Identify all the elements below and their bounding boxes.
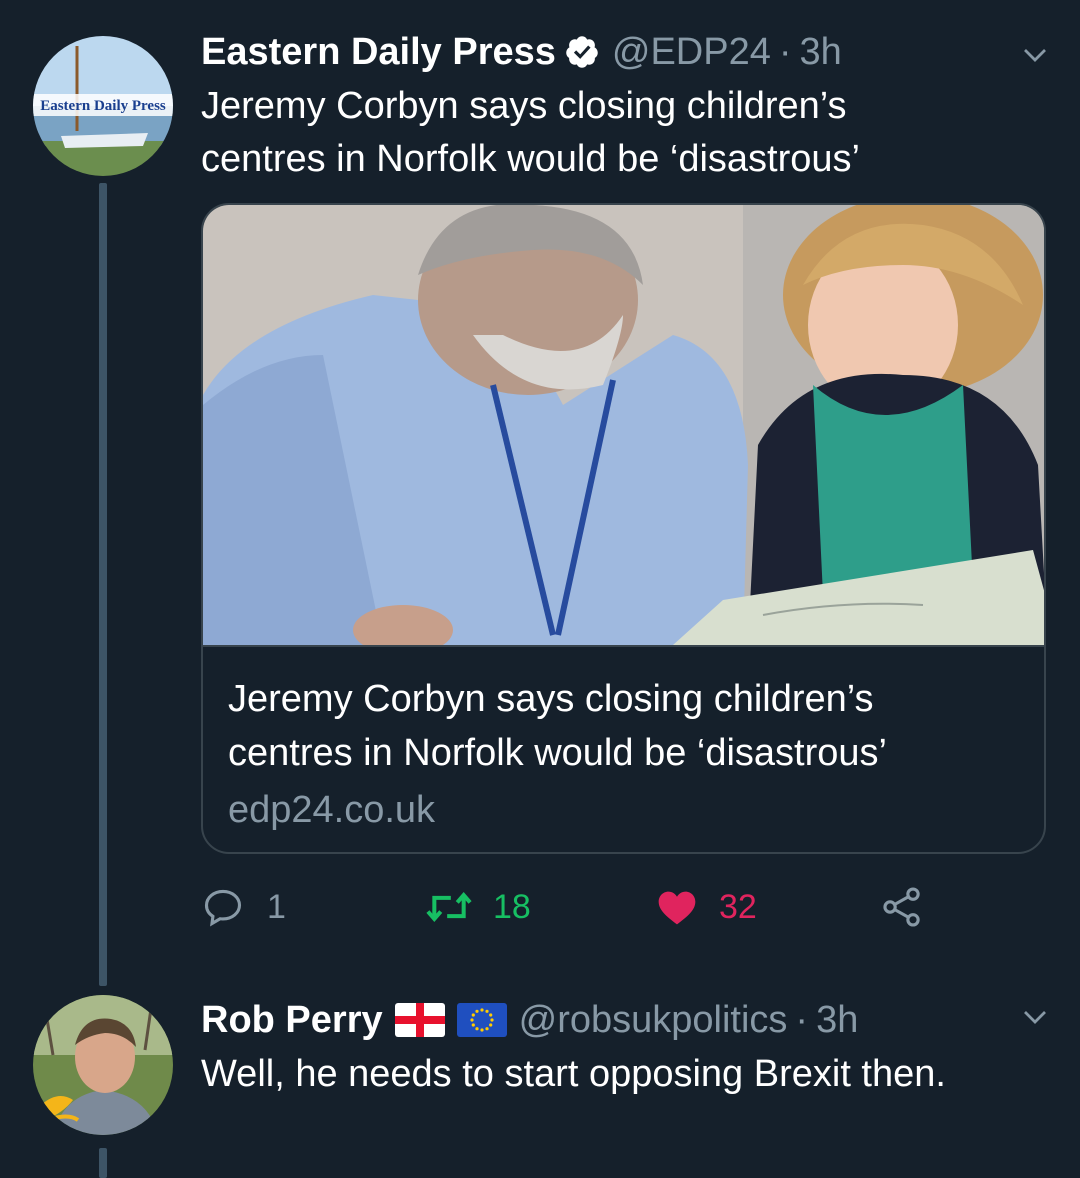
thread-line (99, 183, 107, 986)
card-domain: edp24.co.uk (228, 789, 436, 831)
england-flag-icon (394, 1003, 445, 1037)
retweet-icon (425, 885, 473, 929)
card-image (203, 205, 1044, 645)
reply-button[interactable]: 1 (201, 885, 286, 929)
heart-icon (655, 885, 699, 929)
share-button[interactable] (880, 885, 924, 929)
tweet-text: Well, he needs to start opposing Brexit … (201, 1053, 946, 1095)
separator-dot: · (795, 999, 809, 1041)
tweet-text-line: centres in Norfolk would be ‘disastrous’ (201, 138, 860, 180)
retweet-button[interactable]: 18 (425, 885, 531, 929)
separator-dot: · (778, 31, 792, 73)
chevron-down-icon[interactable] (1020, 40, 1050, 75)
tweet-text-line: Jeremy Corbyn says closing children’s (201, 85, 847, 127)
tweet-rob-perry[interactable]: Rob Perry @robsukpolitics · 3h Well, he … (0, 990, 1080, 1178)
share-icon (880, 885, 924, 929)
tweet-time[interactable]: 3h (816, 997, 858, 1043)
author-handle[interactable]: @EDP24 (612, 29, 771, 75)
tweet-header: Eastern Daily Press @EDP24 · 3h (201, 29, 842, 75)
tweet-time[interactable]: 3h (800, 29, 842, 75)
like-count: 32 (719, 887, 757, 926)
author-name[interactable]: Rob Perry (201, 997, 383, 1043)
author-name[interactable]: Eastern Daily Press (201, 29, 556, 75)
tweet-edp[interactable]: Eastern Daily Press Eastern Daily Press … (0, 0, 1080, 990)
avatar-rob-perry[interactable] (33, 995, 173, 1135)
tweet-header: Rob Perry @robsukpolitics · 3h (201, 997, 858, 1043)
avatar-edp[interactable]: Eastern Daily Press (33, 36, 173, 176)
author-handle[interactable]: @robsukpolitics (519, 997, 788, 1043)
link-card[interactable]: Jeremy Corbyn says closing children’s ce… (201, 203, 1046, 854)
card-divider (203, 645, 1044, 647)
tweet-text: Jeremy Corbyn says closing children’s ce… (201, 80, 860, 186)
card-title-line: centres in Norfolk would be ‘disastrous’ (228, 732, 887, 774)
chevron-down-icon[interactable] (1020, 1002, 1050, 1037)
like-button[interactable]: 32 (655, 885, 757, 929)
card-title: Jeremy Corbyn says closing children’s ce… (228, 672, 1018, 780)
card-title-line: Jeremy Corbyn says closing children’s (228, 678, 874, 720)
retweet-count: 18 (493, 887, 531, 926)
edp-logo-icon: Eastern Daily Press (33, 36, 173, 176)
reply-icon (201, 885, 245, 929)
svg-text:Eastern Daily Press: Eastern Daily Press (40, 98, 166, 114)
verified-badge-icon (564, 34, 600, 70)
user-photo-icon (33, 995, 173, 1135)
reply-count: 1 (267, 887, 286, 926)
thread-line (99, 1148, 107, 1178)
eu-flag-icon (456, 1003, 507, 1037)
